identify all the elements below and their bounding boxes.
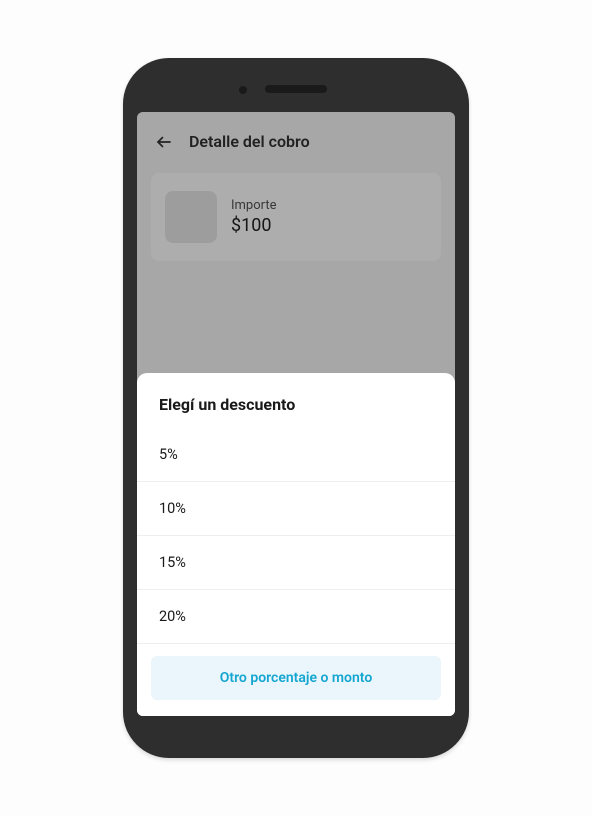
camera-dot xyxy=(239,86,247,94)
sheet-title: Elegí un descuento xyxy=(137,395,455,428)
discount-sheet: Elegí un descuento 5% 10% 15% 20% Otro p… xyxy=(137,373,455,716)
speaker-slot xyxy=(265,85,327,93)
discount-option[interactable]: 20% xyxy=(137,590,455,644)
phone-screen: Detalle del cobro Importe $100 Elegí un … xyxy=(137,112,455,716)
phone-frame: Detalle del cobro Importe $100 Elegí un … xyxy=(123,58,469,758)
other-amount-button[interactable]: Otro porcentaje o monto xyxy=(151,656,441,700)
discount-option[interactable]: 10% xyxy=(137,482,455,536)
discount-option[interactable]: 5% xyxy=(137,428,455,482)
discount-option[interactable]: 15% xyxy=(137,536,455,590)
